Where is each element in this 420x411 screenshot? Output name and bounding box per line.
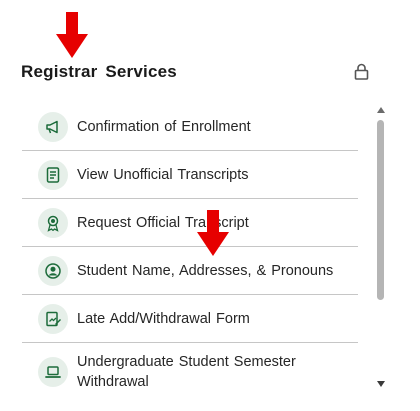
list-item-label: Late Add/Withdrawal Form: [77, 311, 250, 327]
annotation-arrow-icon: [197, 210, 229, 256]
laptop-icon: [38, 357, 68, 387]
list-item-label: Undergraduate Student Semester Withdrawa…: [77, 354, 296, 390]
list-item-label: Confirmation of Enrollment: [77, 119, 251, 135]
scroll-down-arrow-icon[interactable]: [377, 381, 385, 387]
list-item-student-name-addresses-pronouns[interactable]: Student Name, Addresses, & Pronouns: [22, 247, 358, 295]
list-item-late-add-withdrawal-form[interactable]: Late Add/Withdrawal Form: [22, 295, 358, 343]
list-item-confirmation-of-enrollment[interactable]: Confirmation of Enrollment: [22, 103, 358, 151]
megaphone-icon: [38, 112, 68, 142]
award-ribbon-icon: [38, 208, 68, 238]
page-title: Registrar Services: [21, 62, 177, 81]
document-list-icon: [38, 160, 68, 190]
user-circle-icon: [38, 256, 68, 286]
form-edit-icon: [38, 304, 68, 334]
annotation-arrow-icon: [56, 12, 88, 58]
list-item-label: Student Name, Addresses, & Pronouns: [77, 263, 334, 279]
scrollbar-thumb[interactable]: [377, 120, 384, 300]
scroll-up-arrow-icon[interactable]: [377, 107, 385, 113]
list-item-view-unofficial-transcripts[interactable]: View Unofficial Transcripts: [22, 151, 358, 199]
list-item-label: View Unofficial Transcripts: [77, 167, 249, 183]
list-item-request-official-transcript[interactable]: Request Official Transcript: [22, 199, 358, 247]
list-item-undergraduate-semester-withdrawal[interactable]: Undergraduate Student Semester Withdrawa…: [22, 343, 358, 395]
lock-icon[interactable]: [353, 63, 370, 80]
services-list: Confirmation of Enrollment View Unoffici…: [22, 103, 358, 395]
